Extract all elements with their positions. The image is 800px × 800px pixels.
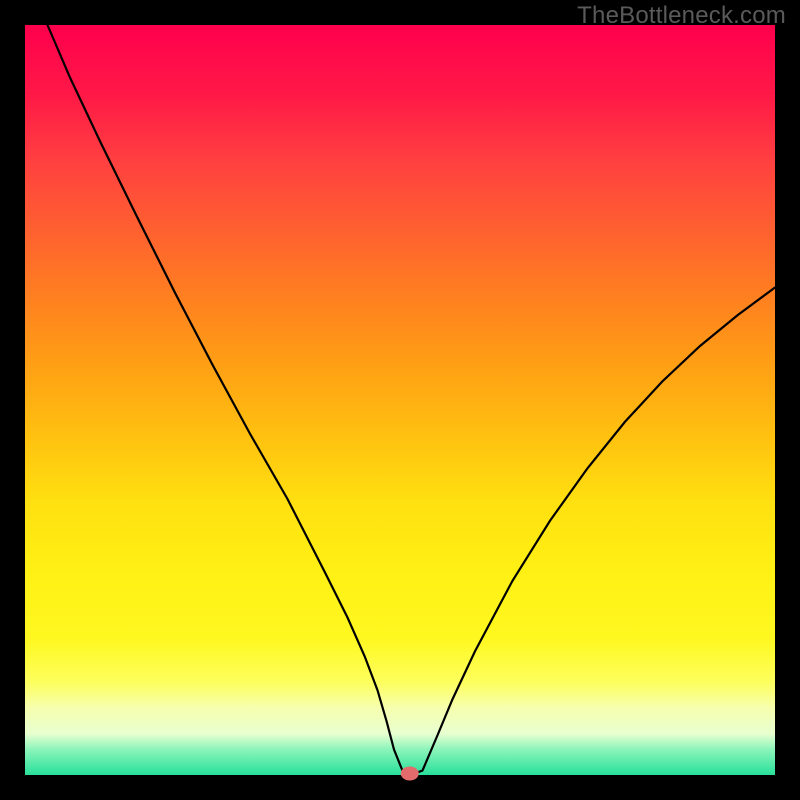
- watermark-label: TheBottleneck.com: [577, 2, 786, 30]
- plot-background: [25, 25, 775, 775]
- optimal-marker: [401, 767, 419, 781]
- bottleneck-plot: [0, 0, 800, 800]
- chart-frame: TheBottleneck.com: [0, 0, 800, 800]
